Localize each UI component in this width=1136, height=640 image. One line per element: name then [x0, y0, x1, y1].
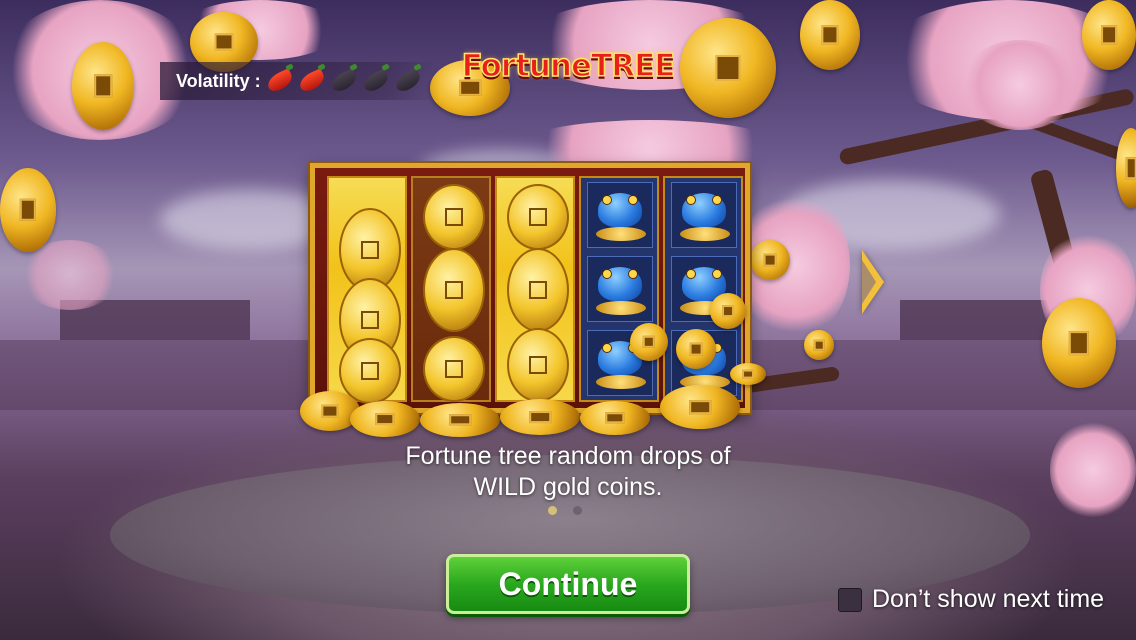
- feature-description: Fortune tree random drops of WILD gold c…: [318, 441, 818, 503]
- chili-pepper-icon: [360, 68, 391, 94]
- chili-pepper-icon: [392, 68, 423, 94]
- page-dot-active[interactable]: [548, 506, 557, 515]
- gold-coin: [1082, 0, 1136, 70]
- coin-symbol: [339, 338, 401, 404]
- intro-illustration: [300, 163, 766, 437]
- gold-coin: [420, 403, 500, 437]
- coin-symbol: [507, 248, 569, 332]
- toad-symbol: [671, 182, 737, 248]
- description-line: Fortune tree random drops of: [405, 442, 731, 470]
- coin-symbol: [423, 184, 485, 250]
- reel: [411, 176, 491, 402]
- coin-symbol: [423, 336, 485, 402]
- page-dot[interactable]: [573, 506, 582, 515]
- game-logo: FortuneTREE: [461, 47, 676, 85]
- slot-board: [310, 163, 750, 413]
- gold-coin: [500, 399, 580, 435]
- gold-coin: [350, 401, 420, 437]
- volatility-meter: Volatility :: [160, 62, 440, 100]
- description-line: WILD gold coins.: [473, 473, 663, 501]
- gold-coin: [730, 363, 766, 385]
- chili-pepper-icon: [296, 68, 327, 94]
- gold-coin: [300, 391, 360, 431]
- reel: [495, 176, 575, 402]
- gold-coin: [680, 18, 776, 118]
- gold-coin: [676, 329, 716, 369]
- next-page-chevron-right-icon[interactable]: [862, 250, 884, 314]
- gold-coin: [660, 385, 740, 429]
- dont-show-label[interactable]: Don’t show next time: [872, 585, 1104, 614]
- gold-coin: [1116, 128, 1136, 208]
- blossom-cluster: [1050, 420, 1136, 520]
- gold-coin: [804, 330, 834, 360]
- gold-coin: [580, 401, 650, 435]
- chili-pepper-icon: [328, 68, 359, 94]
- gold-coin: [72, 42, 134, 130]
- blossom-cluster: [960, 40, 1080, 130]
- continue-button[interactable]: Continue: [446, 554, 690, 614]
- reel: [579, 176, 659, 402]
- reel: [327, 176, 407, 404]
- gold-coin: [630, 323, 668, 361]
- volatility-label: Volatility :: [176, 70, 261, 91]
- page-indicator: [548, 506, 582, 515]
- chili-pepper-icon: [264, 68, 295, 94]
- dont-show-checkbox[interactable]: [838, 587, 862, 612]
- gold-coin: [710, 293, 746, 329]
- dont-show-toggle[interactable]: Don’t show next time: [838, 585, 1104, 614]
- gold-coin: [1042, 298, 1116, 388]
- gold-coin: [750, 240, 790, 280]
- toad-symbol: [587, 182, 653, 248]
- coin-symbol: [423, 248, 485, 332]
- toad-symbol: [587, 256, 653, 322]
- coin-symbol: [507, 328, 569, 402]
- coin-symbol: [507, 184, 569, 250]
- gold-coin: [800, 0, 860, 70]
- gold-coin: [0, 168, 56, 252]
